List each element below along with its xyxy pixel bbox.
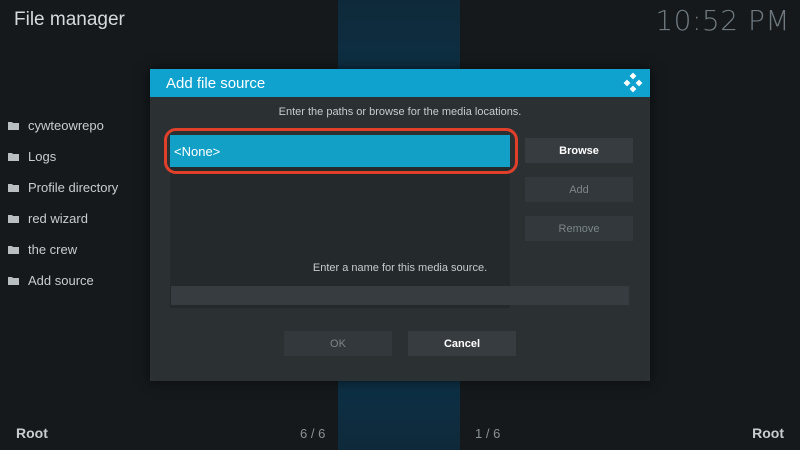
add-file-source-dialog: Add file source Enter the paths or brows… — [150, 69, 650, 381]
dialog-header: Add file source — [150, 69, 650, 97]
folder-icon — [8, 122, 19, 130]
folder-icon — [8, 153, 19, 161]
source-item-label: the crew — [28, 242, 78, 257]
source-item-red-wizard[interactable]: red wizard — [8, 203, 148, 234]
app-title: File manager — [14, 9, 125, 30]
cancel-button[interactable]: Cancel — [408, 331, 516, 356]
footer-root-left: Root — [16, 425, 48, 441]
source-item-add-source[interactable]: Add source — [8, 265, 148, 296]
source-item-profile-directory[interactable]: Profile directory — [8, 172, 148, 203]
remove-button[interactable]: Remove — [525, 216, 633, 241]
media-path-list: <None> — [170, 135, 510, 308]
folder-icon — [8, 246, 19, 254]
path-item-none[interactable]: <None> — [170, 135, 510, 167]
source-name-input[interactable] — [171, 286, 629, 305]
add-button[interactable]: Add — [525, 177, 633, 202]
source-item-label: cywteowrepo — [28, 118, 104, 133]
kodi-icon — [623, 72, 643, 93]
source-item-cywteowrepo[interactable]: cywteowrepo — [8, 110, 148, 141]
footer-page-count: 1 / 6 — [475, 426, 501, 441]
source-item-label: Profile directory — [28, 180, 119, 195]
source-list: cywteowrepo Logs Profile directory red w… — [8, 110, 148, 296]
source-item-label: red wizard — [28, 211, 88, 226]
folder-icon — [8, 277, 19, 285]
folder-icon — [8, 184, 19, 192]
browse-button[interactable]: Browse — [525, 138, 633, 163]
clock: 10:52 PM — [655, 4, 790, 37]
source-item-label: Logs — [28, 149, 57, 164]
source-item-label: Add source — [28, 273, 94, 288]
dialog-title: Add file source — [166, 74, 266, 92]
footer-item-count: 6 / 6 — [300, 426, 326, 441]
source-item-logs[interactable]: Logs — [8, 141, 148, 172]
source-name-label: Enter a name for this media source. — [312, 262, 488, 274]
path-instruction: Enter the paths or browse for the media … — [278, 106, 522, 118]
ok-button[interactable]: OK — [284, 331, 392, 356]
folder-icon — [8, 215, 19, 223]
source-item-the-crew[interactable]: the crew — [8, 234, 148, 265]
footer-root-right: Root — [752, 425, 784, 441]
